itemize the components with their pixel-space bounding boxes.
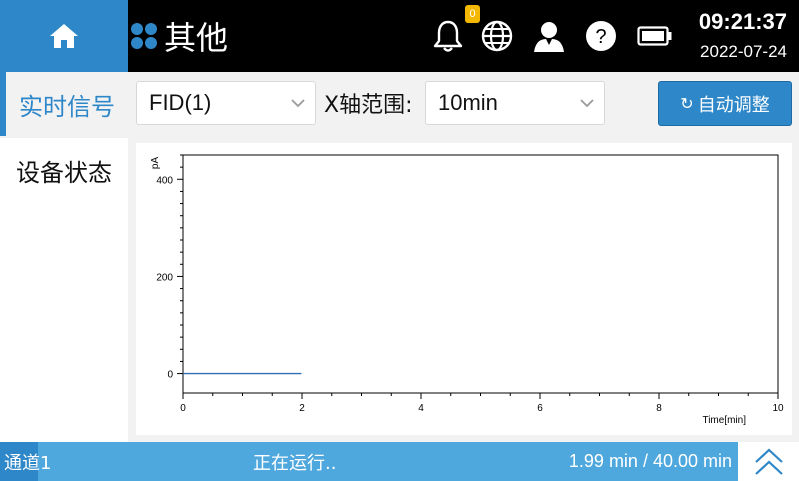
y-tick-label: 400 xyxy=(156,175,173,186)
help-button[interactable]: ? xyxy=(583,16,619,56)
top-bar: 其他 0 ? 09:21:37 2022-07-24 xyxy=(0,0,799,72)
expand-button[interactable] xyxy=(738,442,799,481)
help-icon: ? xyxy=(586,21,616,51)
page-title: 其他 xyxy=(164,19,229,57)
status-bar: 通道1 正在运行.. 1.99 min / 40.00 min xyxy=(0,442,738,481)
x-tick-label: 0 xyxy=(180,403,186,414)
x-tick-label: 10 xyxy=(772,403,784,414)
clock: 09:21:37 2022-07-24 xyxy=(699,8,787,64)
y-tick-label: 0 xyxy=(167,370,173,381)
channel-select[interactable]: FID(1) xyxy=(136,81,316,125)
x-tick-label: 4 xyxy=(418,403,424,414)
main-panel: FID(1) X轴范围: 10min ↻ 自动调整 0 2 4 6 8 10 0 200 400… xyxy=(128,72,799,442)
sidebar-item-realtime-signal[interactable]: 实时信号 xyxy=(0,72,128,136)
auto-adjust-button[interactable]: ↻ 自动调整 xyxy=(658,81,792,126)
globe-icon xyxy=(481,20,513,52)
y-axis-label: pA xyxy=(150,157,161,170)
chevron-down-icon xyxy=(291,99,305,108)
channel-select-value: FID(1) xyxy=(149,90,212,115)
x-tick-label: 2 xyxy=(299,403,305,414)
notification-button[interactable] xyxy=(430,16,466,56)
user-icon xyxy=(534,22,564,52)
x-axis-label: Time[min] xyxy=(702,415,746,426)
sidebar-empty-area xyxy=(0,202,128,442)
x-range-select-value: 10min xyxy=(438,90,498,115)
x-range-select[interactable]: 10min xyxy=(425,81,605,125)
bell-icon xyxy=(433,20,463,52)
home-button[interactable] xyxy=(0,0,128,72)
refresh-icon: ↻ xyxy=(680,94,694,113)
home-icon xyxy=(50,24,78,48)
language-button[interactable] xyxy=(479,16,515,56)
chevron-down-icon xyxy=(580,99,594,108)
svg-text:?: ? xyxy=(595,26,606,48)
auto-adjust-label: 自动调整 xyxy=(697,94,770,116)
grid-icon xyxy=(131,23,157,49)
channel-label: 通道1 xyxy=(4,452,52,474)
y-tick-label: 200 xyxy=(156,272,173,283)
chart-svg: 0 2 4 6 8 10 0 200 400 pA Time[min] xyxy=(150,154,784,426)
page-title-group: 其他 xyxy=(130,0,228,72)
clock-date: 2022-07-24 xyxy=(700,42,787,61)
run-progress: 1.99 min / 40.00 min xyxy=(568,451,732,471)
plot-frame xyxy=(182,154,779,394)
battery-indicator xyxy=(637,16,673,56)
sidebar: 实时信号 设备状态 xyxy=(0,72,128,442)
x-tick-label: 6 xyxy=(537,403,543,414)
x-range-label: X轴范围: xyxy=(324,93,413,118)
run-status: 正在运行.. xyxy=(253,452,337,474)
signal-chart: 0 2 4 6 8 10 0 200 400 pA Time[min] xyxy=(136,143,792,435)
clock-time: 09:21:37 xyxy=(698,9,787,34)
battery-icon xyxy=(637,26,672,46)
x-tick-label: 8 xyxy=(656,403,662,414)
user-button[interactable] xyxy=(531,16,567,56)
notification-badge: 0 xyxy=(465,5,480,23)
double-chevron-up-icon xyxy=(754,448,783,475)
sidebar-item-device-status[interactable]: 设备状态 xyxy=(0,138,128,202)
